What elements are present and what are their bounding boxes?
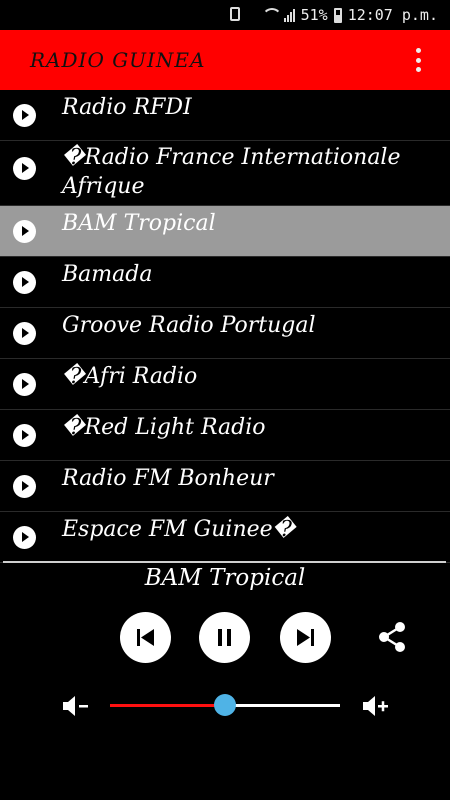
play-icon[interactable] — [13, 220, 36, 243]
station-name: Radio RFDI — [62, 95, 192, 120]
skip-next-icon — [297, 629, 314, 646]
station-name: �Radio France Internationale Afrique — [62, 145, 401, 199]
volume-fill — [110, 704, 225, 707]
play-icon[interactable] — [13, 526, 36, 549]
wifi-icon — [262, 8, 278, 22]
station-row[interactable]: �Afri Radio — [0, 359, 450, 410]
station-row[interactable]: �Red Light Radio — [0, 410, 450, 461]
play-icon[interactable] — [13, 424, 36, 447]
pause-icon — [218, 629, 231, 646]
station-name: BAM Tropical — [62, 211, 216, 236]
station-name: Radio FM Bonheur — [62, 466, 274, 491]
volume-down-icon — [63, 696, 88, 716]
volume-slider[interactable] — [110, 694, 340, 716]
app-bar: RADIO GUINEA — [0, 30, 450, 90]
play-icon[interactable] — [13, 157, 36, 180]
volume-thumb[interactable] — [214, 694, 236, 716]
signal-icon — [283, 8, 295, 22]
clock: 12:07 p.m. — [347, 6, 438, 24]
pause-button[interactable] — [199, 612, 250, 663]
station-row[interactable]: Espace FM Guinee� — [0, 512, 450, 563]
play-icon[interactable] — [13, 271, 36, 294]
divider — [3, 561, 446, 563]
now-playing-title: BAM Tropical — [144, 565, 306, 591]
station-row[interactable]: Radio RFDI — [0, 90, 450, 141]
volume-up-icon — [363, 696, 388, 716]
station-name: �Red Light Radio — [62, 415, 266, 440]
more-vert-icon[interactable] — [414, 48, 422, 72]
volume-up-button[interactable] — [360, 694, 390, 718]
status-bar: 51% 12:07 p.m. — [0, 0, 450, 30]
notification-icon — [230, 7, 240, 21]
station-list: Radio RFDI �Radio France Internationale A… — [0, 90, 450, 563]
battery-percent: 51% — [300, 6, 328, 24]
play-icon[interactable] — [13, 373, 36, 396]
play-icon[interactable] — [13, 475, 36, 498]
station-name: �Afri Radio — [62, 364, 198, 389]
battery-icon — [333, 7, 342, 23]
station-row[interactable]: Groove Radio Portugal — [0, 308, 450, 359]
play-icon[interactable] — [13, 322, 36, 345]
next-button[interactable] — [280, 612, 331, 663]
station-name: Groove Radio Portugal — [62, 313, 316, 338]
station-row[interactable]: �Radio France Internationale Afrique — [0, 141, 450, 206]
previous-button[interactable] — [120, 612, 171, 663]
skip-previous-icon — [137, 629, 154, 646]
station-row[interactable]: BAM Tropical — [0, 206, 450, 257]
app-title: RADIO GUINEA — [30, 48, 206, 72]
play-icon[interactable] — [13, 104, 36, 127]
station-row[interactable]: Bamada — [0, 257, 450, 308]
station-row[interactable]: Radio FM Bonheur — [0, 461, 450, 512]
share-button[interactable] — [375, 620, 409, 654]
share-icon — [379, 622, 405, 652]
station-name: Espace FM Guinee� — [62, 517, 296, 542]
volume-down-button[interactable] — [60, 694, 90, 718]
station-name: Bamada — [62, 262, 153, 287]
